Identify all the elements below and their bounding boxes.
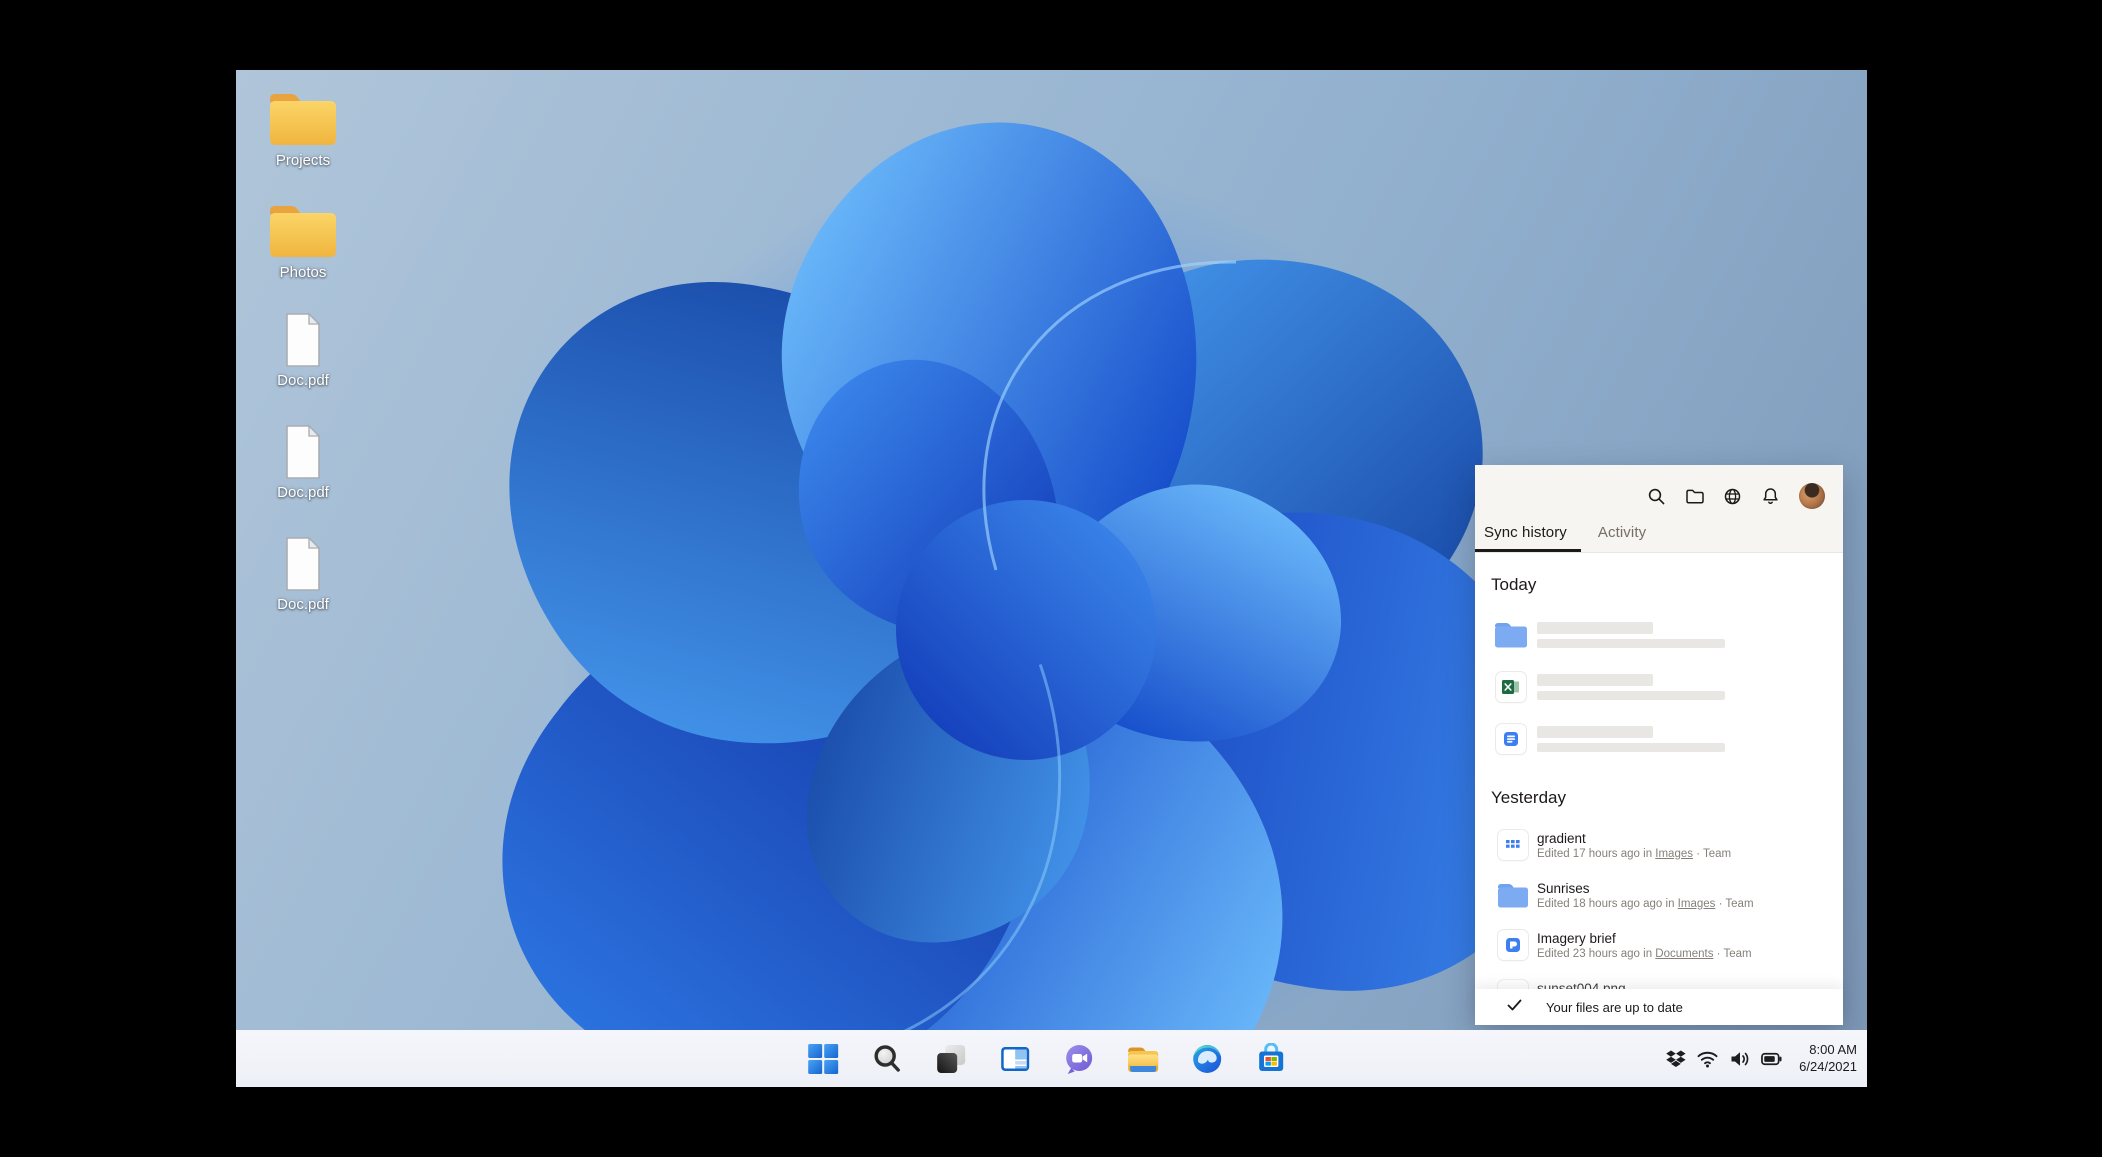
desktop-icon-label: Doc.pdf <box>255 484 351 501</box>
panel-tabs: Sync history Activity <box>1475 524 1660 552</box>
tab-activity[interactable]: Activity <box>1589 524 1660 552</box>
skeleton-row[interactable] <box>1491 661 1843 713</box>
file-row-gradient[interactable]: gradient Edited 17 hours ago in Images ·… <box>1491 820 1843 870</box>
paper-doc-icon <box>1491 930 1535 960</box>
file-row-imagery-brief[interactable]: Imagery brief Edited 23 hours ago in Doc… <box>1491 920 1843 970</box>
desktop-icon-label: Doc.pdf <box>255 372 351 389</box>
chat-button[interactable] <box>1062 1042 1096 1076</box>
desktop-icon-label: Photos <box>255 264 351 281</box>
skeleton-row[interactable] <box>1491 609 1843 661</box>
file-title: gradient <box>1537 831 1731 846</box>
edge-button[interactable] <box>1190 1042 1224 1076</box>
skeleton-bars <box>1537 674 1725 700</box>
grid-thumbnail-icon <box>1491 830 1535 860</box>
search-button[interactable] <box>870 1042 904 1076</box>
file-title: Sunrises <box>1537 881 1754 896</box>
skeleton-bars <box>1537 622 1725 648</box>
microsoft-store-button[interactable] <box>1254 1042 1288 1076</box>
blue-folder-icon <box>1491 882 1535 909</box>
blue-folder-icon <box>1491 621 1531 649</box>
document-icon <box>255 306 351 368</box>
sync-status-text: Your files are up to date <box>1546 1000 1683 1015</box>
location-link[interactable]: Documents <box>1655 948 1713 960</box>
folder-icon <box>255 198 351 260</box>
start-button[interactable] <box>806 1042 840 1076</box>
section-heading-yesterday: Yesterday <box>1491 788 1843 808</box>
file-subtitle: Edited 17 hours ago in Images · Team <box>1537 848 1731 860</box>
panel-header: Sync history Activity <box>1475 465 1843 553</box>
folder-icon <box>255 86 351 148</box>
taskbar-clock[interactable]: 8:00 AM 6/24/2021 <box>1799 1042 1857 1076</box>
location-link[interactable]: Images <box>1655 848 1693 860</box>
file-row-sunrises[interactable]: Sunrises Edited 18 hours ago ago in Imag… <box>1491 870 1843 920</box>
widgets-button[interactable] <box>998 1042 1032 1076</box>
desktop-icon-docpdf-2[interactable]: Doc.pdf <box>255 418 351 501</box>
dropbox-sync-panel: Sync history Activity Today <box>1475 465 1843 1025</box>
skeleton-row[interactable] <box>1491 713 1843 765</box>
skeleton-bars <box>1537 726 1725 752</box>
task-view-button[interactable] <box>934 1042 968 1076</box>
desktop-icon-projects[interactable]: Projects <box>255 86 351 169</box>
desktop-icon-docpdf-3[interactable]: Doc.pdf <box>255 530 351 613</box>
tab-sync-history[interactable]: Sync history <box>1475 524 1581 552</box>
avatar[interactable] <box>1799 483 1825 509</box>
dropbox-tray-icon[interactable] <box>1665 1048 1686 1069</box>
file-title: Imagery brief <box>1537 931 1752 946</box>
file-subtitle: Edited 18 hours ago ago in Images · Team <box>1537 898 1754 910</box>
search-icon[interactable] <box>1647 487 1666 506</box>
desktop-icon-docpdf-1[interactable]: Doc.pdf <box>255 306 351 389</box>
volume-icon[interactable] <box>1729 1048 1750 1069</box>
excel-file-icon <box>1491 672 1531 702</box>
sync-status-bar: Your files are up to date <box>1475 989 1843 1025</box>
desktop-icon-label: Projects <box>255 152 351 169</box>
desktop-icon-label: Doc.pdf <box>255 596 351 613</box>
taskbar: 8:00 AM 6/24/2021 <box>236 1030 1867 1087</box>
check-icon <box>1507 998 1522 1016</box>
google-doc-icon <box>1491 724 1531 754</box>
system-tray: 8:00 AM 6/24/2021 <box>1665 1030 1857 1087</box>
sync-history-list: Today Yesterday <box>1475 554 1843 1025</box>
clock-date: 6/24/2021 <box>1799 1059 1857 1076</box>
desktop: Projects Photos Doc.pdf <box>236 70 1867 1087</box>
battery-icon[interactable] <box>1761 1048 1782 1069</box>
document-icon <box>255 530 351 592</box>
section-heading-today: Today <box>1491 575 1843 595</box>
desktop-icon-photos[interactable]: Photos <box>255 198 351 281</box>
bell-icon[interactable] <box>1761 487 1780 506</box>
globe-icon[interactable] <box>1723 487 1742 506</box>
document-icon <box>255 418 351 480</box>
clock-time: 8:00 AM <box>1799 1042 1857 1059</box>
wifi-icon[interactable] <box>1697 1048 1718 1069</box>
folder-icon[interactable] <box>1685 487 1704 506</box>
location-link[interactable]: Images <box>1678 898 1716 910</box>
file-subtitle: Edited 23 hours ago in Documents · Team <box>1537 948 1752 960</box>
file-explorer-button[interactable] <box>1126 1042 1160 1076</box>
